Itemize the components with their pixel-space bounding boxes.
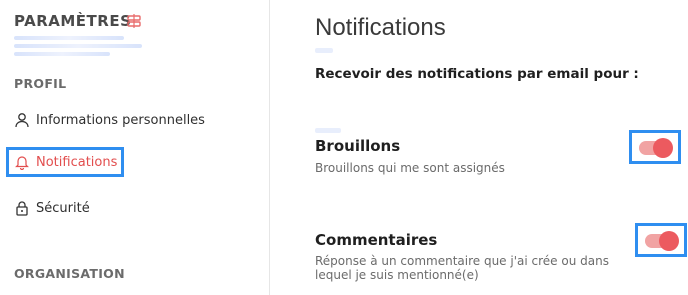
sidebar-item-label: Informations personnelles [36, 112, 205, 128]
notification-intro: Recevoir des notifications par email pou… [315, 66, 639, 82]
group-title-comments: Commentaires [315, 231, 438, 249]
toggle-knob [659, 231, 679, 251]
redacted-mark [315, 128, 341, 133]
settings-title: PARAMÈTRES [14, 12, 132, 30]
sidebar-item-label: Sécurité [36, 200, 90, 216]
toggle-frame-drafts [629, 130, 681, 164]
sidebar-item-security[interactable]: Sécurité [14, 197, 90, 219]
group-desc-comments: Réponse à un commentaire que j'ai crée o… [315, 254, 609, 282]
section-label-profile: PROFIL [14, 76, 67, 91]
section-label-organisation: ORGANISATION [14, 266, 125, 281]
page-title: Notifications [315, 14, 446, 41]
user-icon [15, 113, 29, 128]
group-title-drafts: Brouillons [315, 137, 401, 155]
sidebar-item-label: Notifications [36, 154, 118, 170]
sidebar-item-notifications[interactable]: Notifications [6, 147, 124, 177]
bell-icon [15, 156, 29, 170]
sidebar: PARAMÈTRES PROFIL Informations personnel… [0, 0, 270, 295]
settings-sliders-icon [127, 14, 141, 28]
group-desc-drafts: Brouillons qui me sont assignés [315, 161, 505, 175]
redacted-subtitle [14, 36, 144, 62]
drafts-toggle[interactable] [639, 138, 673, 158]
main-content: Notifications Recevoir des notifications… [271, 0, 688, 295]
lock-icon [16, 201, 28, 216]
toggle-frame-comments [635, 223, 687, 257]
comments-toggle[interactable] [645, 231, 679, 251]
redacted-mark [315, 48, 333, 53]
toggle-knob [653, 138, 673, 158]
sidebar-item-personal-info[interactable]: Informations personnelles [14, 109, 205, 131]
